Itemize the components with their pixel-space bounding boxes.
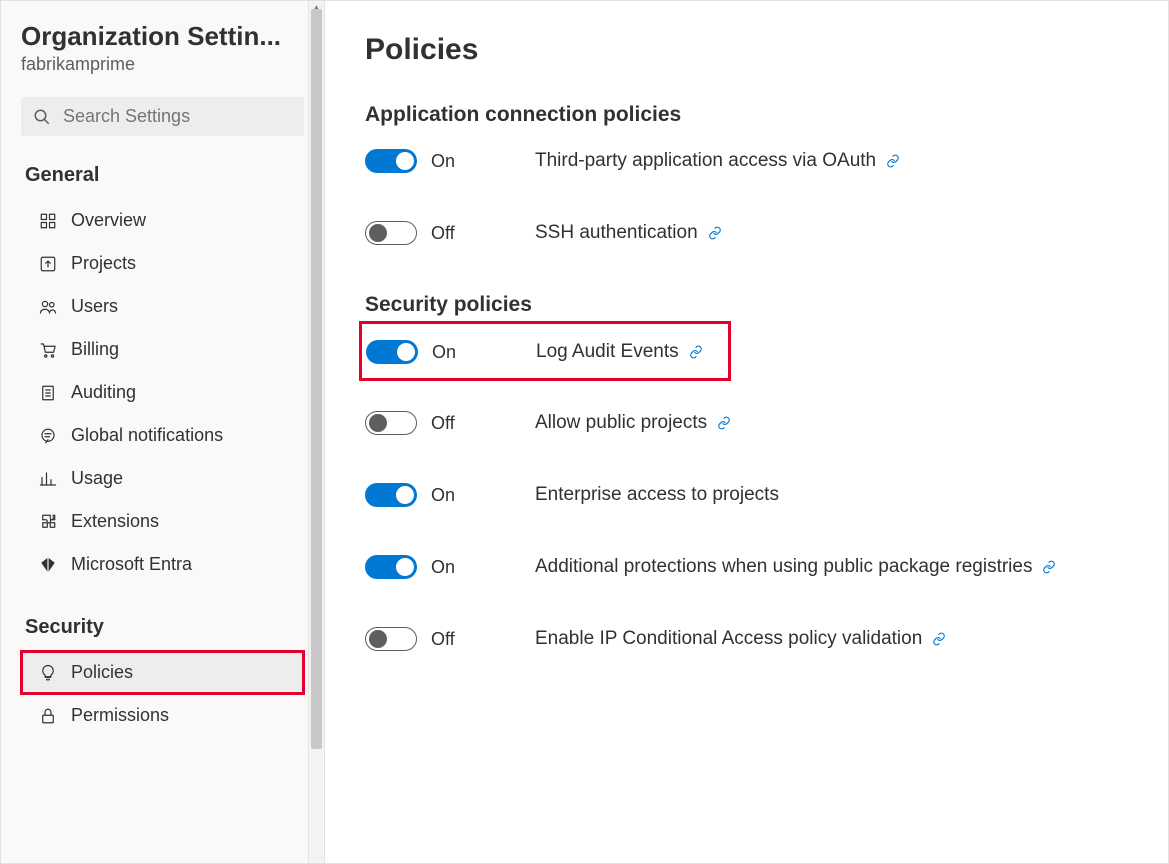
sidebar-item-users[interactable]: Users [21, 285, 304, 328]
link-icon[interactable] [717, 416, 731, 430]
sidebar-item-label: Projects [71, 253, 136, 274]
policy-row: On Enterprise access to projects [365, 483, 1128, 507]
sidebar-item-microsoft-entra[interactable]: Microsoft Entra [21, 543, 304, 586]
chat-icon [39, 427, 57, 445]
policy-section-title: Security policies [365, 293, 1128, 317]
policy-label: Third-party application access via OAuth [535, 150, 900, 172]
policy-row: Off Allow public projects [365, 411, 1128, 435]
link-icon[interactable] [932, 632, 946, 646]
policy-row: On Additional protections when using pub… [365, 555, 1128, 579]
chart-icon [39, 470, 57, 488]
policy-label: Additional protections when using public… [535, 556, 1056, 578]
highlighted-policy: On Log Audit Events [359, 321, 731, 381]
sidebar-item-label: Usage [71, 468, 123, 489]
sidebar-item-label: Permissions [71, 705, 169, 726]
upload-icon [39, 255, 57, 273]
policy-label: SSH authentication [535, 222, 722, 244]
policy-label: Enable IP Conditional Access policy vali… [535, 628, 946, 650]
toggle-third-party-application-access-via-oauth[interactable] [365, 149, 417, 173]
policy-label: Enterprise access to projects [535, 484, 779, 506]
link-icon[interactable] [1042, 560, 1056, 574]
toggle-enable-ip-conditional-access-policy-validation[interactable] [365, 627, 417, 651]
bulb-icon [39, 664, 57, 682]
toggle-ssh-authentication[interactable] [365, 221, 417, 245]
sidebar-item-permissions[interactable]: Permissions [21, 694, 304, 737]
policy-label: Log Audit Events [536, 341, 703, 363]
sidebar-item-label: Policies [71, 662, 133, 683]
page-title: Organization Settin... [21, 21, 304, 52]
sidebar-item-global-notifications[interactable]: Global notifications [21, 414, 304, 457]
sidebar-item-projects[interactable]: Projects [21, 242, 304, 285]
sidebar-item-overview[interactable]: Overview [21, 199, 304, 242]
toggle-allow-public-projects[interactable] [365, 411, 417, 435]
policy-row: Off SSH authentication [365, 221, 1128, 245]
entra-icon [39, 556, 57, 574]
toggle-enterprise-access-to-projects[interactable] [365, 483, 417, 507]
puzzle-icon [39, 513, 57, 531]
document-icon [39, 384, 57, 402]
lock-icon [39, 707, 57, 725]
sidebar-item-auditing[interactable]: Auditing [21, 371, 304, 414]
sidebar-item-label: Users [71, 296, 118, 317]
toggle-state-label: On [431, 485, 455, 506]
organization-name: fabrikamprime [21, 54, 304, 75]
sidebar-scrollbar[interactable]: ▲ [308, 1, 324, 863]
sidebar-item-policies[interactable]: Policies [21, 651, 304, 694]
grid-icon [39, 212, 57, 230]
toggle-state-label: Off [431, 629, 455, 650]
sidebar-item-usage[interactable]: Usage [21, 457, 304, 500]
toggle-state-label: Off [431, 223, 455, 244]
sidebar-item-label: Microsoft Entra [71, 554, 192, 575]
toggle-additional-protections-when-using-public-package-registries[interactable] [365, 555, 417, 579]
toggle-state-label: Off [431, 413, 455, 434]
sidebar-item-label: Auditing [71, 382, 136, 403]
people-icon [39, 298, 57, 316]
link-icon[interactable] [708, 226, 722, 240]
search-settings[interactable] [21, 97, 304, 136]
link-icon[interactable] [689, 345, 703, 359]
sidebar-item-label: Billing [71, 339, 119, 360]
main-title: Policies [365, 33, 1128, 67]
main-content: Policies Application connection policies… [325, 1, 1168, 863]
sidebar-section-header: Security [21, 616, 304, 639]
toggle-state-label: On [432, 342, 456, 363]
search-icon [33, 108, 51, 126]
policy-row: Off Enable IP Conditional Access policy … [365, 627, 1128, 651]
policy-section-title: Application connection policies [365, 103, 1128, 127]
sidebar-section-header: General [21, 164, 304, 187]
sidebar-item-label: Global notifications [71, 425, 223, 446]
toggle-log-audit-events[interactable] [366, 340, 418, 364]
search-input[interactable] [61, 105, 292, 128]
sidebar: Organization Settin... fabrikamprime Gen… [1, 1, 325, 863]
sidebar-item-label: Extensions [71, 511, 159, 532]
toggle-state-label: On [431, 557, 455, 578]
link-icon[interactable] [886, 154, 900, 168]
toggle-state-label: On [431, 151, 455, 172]
sidebar-item-billing[interactable]: Billing [21, 328, 304, 371]
policy-row: On Third-party application access via OA… [365, 149, 1128, 173]
policy-row: On Log Audit Events [366, 340, 703, 364]
sidebar-item-label: Overview [71, 210, 146, 231]
scrollbar-thumb[interactable] [311, 9, 322, 749]
sidebar-item-extensions[interactable]: Extensions [21, 500, 304, 543]
policy-label: Allow public projects [535, 412, 731, 434]
cart-icon [39, 341, 57, 359]
